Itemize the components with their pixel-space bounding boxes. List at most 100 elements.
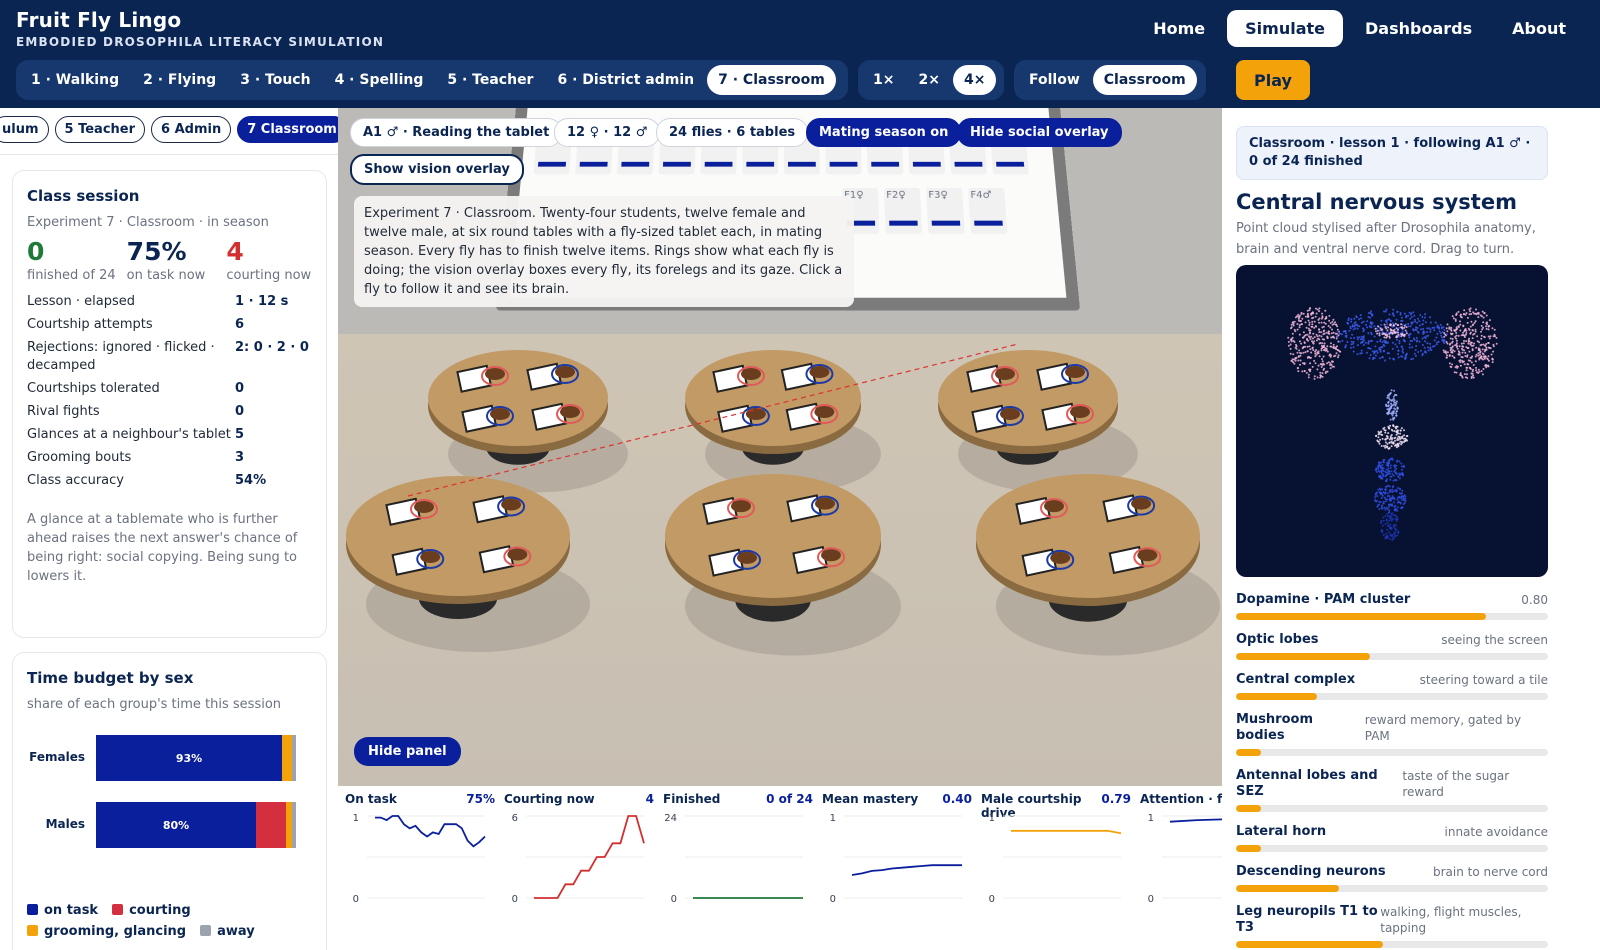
fly[interactable] [741, 368, 761, 380]
meter-name: Central complex [1236, 672, 1356, 687]
experiment-tab-1[interactable]: 1 · Walking [20, 65, 130, 95]
round-table[interactable] [665, 474, 901, 656]
mini-chart-attention-fo-fly: Attention · fo fly10 [1140, 792, 1222, 942]
stat-label: Grooming bouts [27, 450, 132, 465]
meter-name: Dopamine · PAM cluster [1236, 592, 1411, 607]
left-tab-3[interactable]: 6 Admin [151, 116, 232, 143]
mating-season-toggle[interactable]: Mating season on [806, 118, 962, 147]
meter-fill [1236, 885, 1339, 892]
left-tab-4[interactable]: 7 Classroom [237, 116, 338, 143]
experiment-tab-7[interactable]: 7 · Classroom [707, 65, 836, 95]
meter-note: walking, flight muscles, tapping [1380, 905, 1522, 935]
hide-panel-button[interactable]: Hide panel [354, 737, 461, 766]
fly[interactable] [821, 549, 841, 562]
headline-stat: 0 finished of 24 [27, 238, 127, 284]
fly[interactable] [1065, 366, 1085, 378]
meter-descending-neurons: Descending neurons brain to nerve cord [1236, 864, 1548, 892]
fly[interactable] [507, 548, 528, 561]
fly[interactable] [420, 551, 441, 563]
app-title: Fruit Fly Lingo [16, 8, 182, 32]
fly[interactable] [414, 501, 434, 513]
fly[interactable] [737, 551, 757, 564]
nav-about[interactable]: About [1494, 10, 1584, 47]
nav-simulate[interactable]: Simulate [1227, 10, 1344, 47]
headline-label: courting now [226, 268, 312, 283]
meter-header: Optic lobes seeing the screen [1236, 632, 1548, 648]
fly[interactable] [1131, 497, 1152, 510]
round-table[interactable] [938, 350, 1138, 493]
fly[interactable] [815, 497, 835, 510]
meter-fill [1236, 749, 1261, 756]
round-table[interactable] [428, 350, 628, 493]
chip-focus-fly[interactable]: A1 ♂ · Reading the tablet [350, 118, 563, 147]
experiment-tab-5[interactable]: 5 · Teacher [436, 65, 544, 95]
mini-chart-male-courtship-drive: Male courtship drive 0.79 1 0 [981, 792, 1131, 942]
session-stats: Lesson · elapsed 1 · 12 s Courtship attemp… [27, 293, 312, 490]
classroom-scene[interactable]: A1♂A2♀A3♂A4♂B1♀B2♀B3♂B4♀C1♀C2♂C3♂C4♂ F1♀… [338, 108, 1222, 786]
nav-dashboards[interactable]: Dashboards [1347, 10, 1490, 47]
fly[interactable] [995, 368, 1015, 380]
brain-point-cloud[interactable] [1236, 265, 1548, 577]
card-title: Time budget by sex [27, 669, 194, 687]
meter-name: Antennal lobes and SEZ [1236, 768, 1378, 799]
chip-population[interactable]: 24 flies · 6 tables [656, 118, 809, 147]
speed-1[interactable]: 1× [862, 65, 905, 95]
experiment-tab-6[interactable]: 6 · District admin [546, 65, 705, 95]
speed-2[interactable]: 2× [907, 65, 950, 95]
round-table[interactable] [346, 476, 590, 652]
meter-note: 0.80 [1521, 593, 1548, 607]
experiment-tabs: ulum 5 Teacher 6 Admin 7 Classroom [0, 116, 338, 143]
fly[interactable] [560, 406, 580, 418]
mini-chart-header: Courting now 4 [504, 792, 654, 806]
speed-selector: 1× 2× 4× [858, 60, 1004, 100]
fly[interactable] [501, 498, 522, 511]
fly[interactable] [485, 368, 505, 380]
meter-track [1236, 805, 1548, 812]
meter-track [1236, 885, 1548, 892]
fly[interactable] [1000, 408, 1020, 420]
fly[interactable] [1050, 551, 1071, 564]
speed-3[interactable]: 4× [952, 65, 997, 95]
stat-value: 2: 0 · 2 · 0 [235, 340, 309, 355]
camera-mode-1[interactable]: Follow [1018, 65, 1091, 95]
headline-stats: 0 finished of 24 75% on task now 4 courting n… [27, 238, 326, 284]
fly[interactable] [745, 408, 766, 420]
fly[interactable] [1137, 549, 1158, 562]
headline-stat: 75% on task now [127, 238, 227, 284]
meter-lateral-horn: Lateral horn innate avoidance [1236, 824, 1548, 852]
camera-mode-2[interactable]: Classroom [1092, 65, 1197, 95]
meter-header: Central complex steering toward a tile [1236, 672, 1548, 688]
fly[interactable] [814, 406, 835, 418]
social-overlay-toggle[interactable]: Hide social overlay [957, 118, 1122, 147]
experiment-tab-3[interactable]: 3 · Touch [229, 65, 321, 95]
vision-overlay-button[interactable]: Show vision overlay [350, 154, 524, 185]
meter-name: Optic lobes [1236, 632, 1319, 647]
time-budget-card: Time budget by sex share of each group's… [12, 652, 327, 950]
meter-antennal-lobes-and-sez: Antennal lobes and SEZ taste of the sugar… [1236, 768, 1548, 812]
fly[interactable] [490, 408, 510, 420]
fly[interactable] [1070, 406, 1090, 418]
chip-sex-counts[interactable]: 12 ♀ · 12 ♂ [554, 118, 661, 147]
fly[interactable] [809, 366, 830, 378]
fly[interactable] [1044, 500, 1064, 513]
experiment-tab-2[interactable]: 2 · Flying [132, 65, 227, 95]
meter-note: reward memory, gated by PAM [1364, 713, 1522, 743]
left-tab-2[interactable]: 5 Teacher [54, 116, 146, 143]
stat-label: Rival fights [27, 404, 100, 419]
stat-row: Courtship attempts 6 [27, 316, 312, 334]
play-button[interactable]: Play [1236, 60, 1310, 100]
meter-mushroom-bodies: Mushroom bodies reward memory, gated by P… [1236, 712, 1548, 756]
meter-track [1236, 749, 1548, 756]
left-tab-1[interactable]: ulum [0, 116, 49, 143]
nav-home[interactable]: Home [1135, 10, 1223, 47]
meter-name: Lateral horn [1236, 824, 1327, 839]
round-table[interactable] [976, 474, 1220, 656]
fly[interactable] [555, 366, 575, 378]
experiment-tab-4[interactable]: 4 · Spelling [324, 65, 435, 95]
meter-name: Mushroom bodies [1236, 712, 1314, 743]
brain-panel: Classroom · lesson 1 · following A1 ♂ · … [1222, 108, 1600, 950]
legend-swatch [112, 904, 124, 915]
round-table[interactable] [685, 350, 881, 493]
fly[interactable] [731, 500, 751, 513]
mini-chart-value: 0 of 24 [766, 792, 813, 806]
